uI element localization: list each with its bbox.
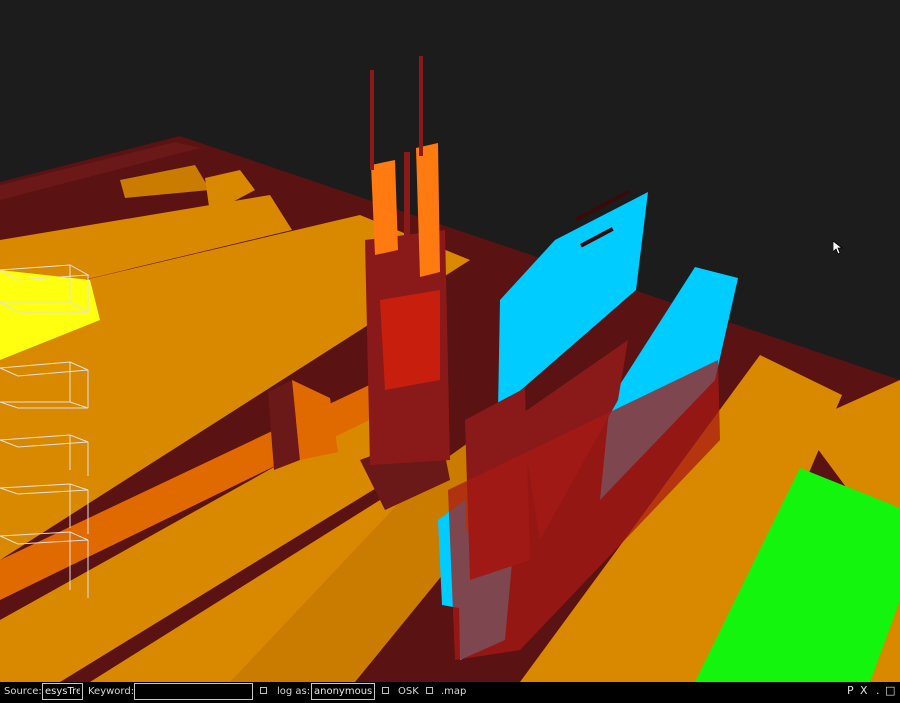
- tower-antenna: [370, 70, 374, 170]
- minimize-button[interactable]: .: [876, 685, 880, 697]
- keyword-label: Keyword:: [88, 686, 135, 697]
- login-checkbox[interactable]: [260, 687, 267, 694]
- login-name-field[interactable]: [311, 683, 375, 700]
- tower-body: [380, 290, 440, 390]
- osk-checkbox[interactable]: [382, 687, 389, 694]
- treemap-3d-scene[interactable]: [0, 0, 900, 682]
- pin-button[interactable]: P: [847, 685, 854, 697]
- keyword-input[interactable]: [134, 683, 253, 700]
- status-bar: Source: Keyword: log as: OSK .map P X . …: [0, 682, 900, 703]
- tower-antenna: [419, 56, 423, 156]
- 3d-viewport[interactable]: [0, 0, 900, 682]
- osk-label: OSK: [398, 686, 419, 697]
- source-label: Source:: [4, 686, 42, 697]
- cursor-arrow-icon: [833, 241, 843, 255]
- tower-antenna: [404, 152, 410, 272]
- source-field[interactable]: [42, 683, 83, 700]
- tower-spire: [371, 160, 398, 255]
- tower-spire: [416, 143, 440, 277]
- close-button[interactable]: X: [860, 685, 868, 697]
- window-icon[interactable]: □: [885, 685, 895, 697]
- login-label: log as:: [277, 686, 311, 697]
- map-checkbox[interactable]: [426, 687, 433, 694]
- map-label: .map: [441, 686, 467, 697]
